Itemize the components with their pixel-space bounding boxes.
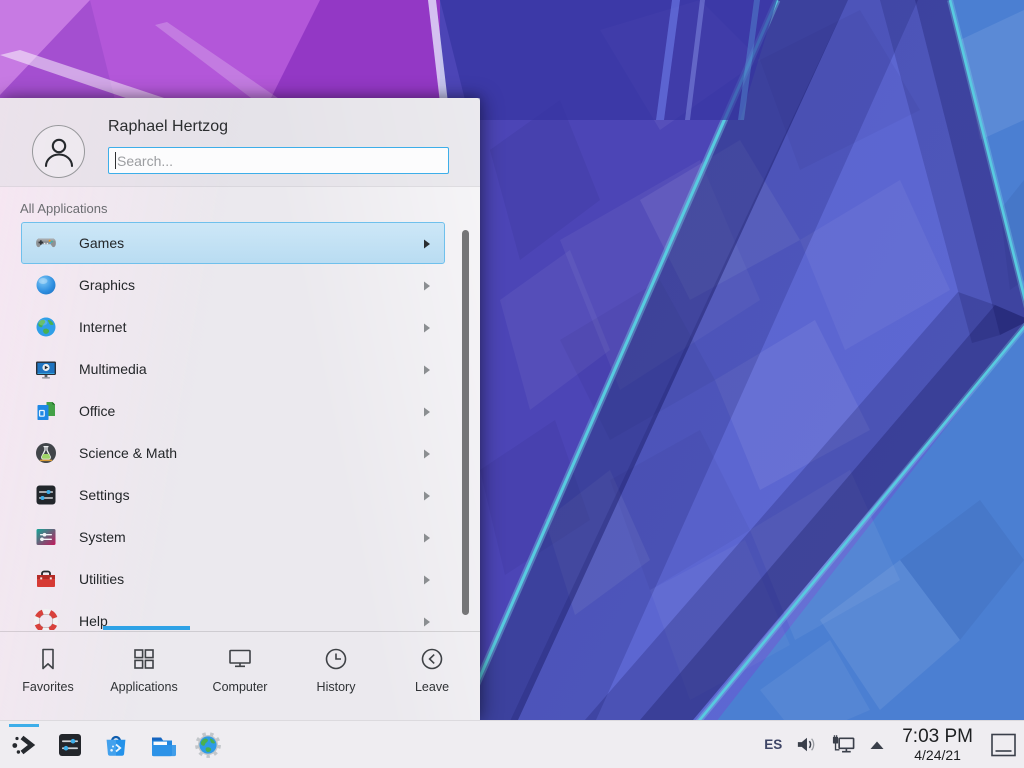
app-grid-icon	[130, 645, 158, 673]
system-sliders-icon	[34, 525, 58, 549]
file-manager-folder-icon	[148, 731, 176, 759]
category-games[interactable]: Games	[21, 222, 445, 264]
tab-label: Favorites	[22, 680, 73, 694]
keyboard-layout-indicator[interactable]: ES	[764, 737, 782, 752]
help-lifebuoy-icon	[34, 609, 58, 630]
submenu-arrow-icon	[423, 323, 431, 333]
category-label: Utilities	[79, 571, 124, 587]
clock-time: 7:03 PM	[902, 727, 973, 746]
tab-label: Computer	[213, 680, 268, 694]
submenu-arrow-icon	[423, 491, 431, 501]
clock-date: 4/24/21	[914, 748, 961, 762]
discover-bag-icon	[102, 731, 130, 759]
submenu-arrow-icon	[423, 617, 431, 627]
submenu-arrow-icon	[423, 449, 431, 459]
category-office[interactable]: Office	[21, 390, 445, 432]
application-launcher-button[interactable]	[9, 721, 39, 768]
discover-launcher[interactable]	[101, 721, 131, 768]
leave-icon	[418, 645, 446, 673]
launcher-tab-bar: Favorites Applications C	[0, 632, 480, 720]
category-label: Graphics	[79, 277, 135, 293]
tab-applications[interactable]: Applications	[96, 632, 192, 720]
submenu-arrow-icon	[423, 575, 431, 585]
graphics-sphere-icon	[34, 273, 58, 297]
submenu-arrow-icon	[423, 407, 431, 417]
system-tray: ES 7:03 PM 4/24/21	[764, 727, 1024, 762]
science-flask-icon	[34, 441, 58, 465]
tab-label: Leave	[415, 680, 449, 694]
tab-favorites[interactable]: Favorites	[0, 632, 96, 720]
network-icon[interactable]	[831, 733, 856, 757]
internet-globe-icon	[34, 315, 58, 339]
category-label: Office	[79, 403, 115, 419]
list-scrollbar[interactable]	[462, 230, 469, 615]
web-browser-globe-icon	[194, 731, 222, 759]
history-clock-icon	[322, 645, 350, 673]
category-label: Science & Math	[79, 445, 177, 461]
expand-arrow-icon[interactable]	[869, 739, 885, 751]
category-graphics[interactable]: Graphics	[21, 264, 445, 306]
user-name: Raphael Hertzog	[108, 118, 228, 136]
tab-label: History	[317, 680, 356, 694]
settings-sliders-icon	[34, 483, 58, 507]
search-input[interactable]	[108, 147, 449, 174]
computer-icon	[226, 645, 254, 673]
tab-history[interactable]: History	[288, 632, 384, 720]
system-settings-icon	[56, 731, 84, 759]
category-system[interactable]: System	[21, 516, 445, 558]
category-settings[interactable]: Settings	[21, 474, 445, 516]
application-launcher-menu: Raphael Hertzog All Applications	[0, 98, 480, 720]
category-label: Multimedia	[79, 361, 147, 377]
bookmark-icon	[34, 645, 62, 673]
gamepad-icon	[34, 231, 58, 255]
active-launcher-indicator	[9, 724, 39, 727]
category-multimedia[interactable]: Multimedia	[21, 348, 445, 390]
desktop: Raphael Hertzog All Applications	[0, 0, 1024, 768]
submenu-arrow-icon	[423, 281, 431, 291]
category-label: Internet	[79, 319, 126, 335]
digital-clock[interactable]: 7:03 PM 4/24/21	[902, 727, 973, 762]
taskbar-panel: ES 7:03 PM 4/24/21	[0, 720, 1024, 768]
user-icon	[39, 132, 79, 172]
submenu-arrow-icon	[423, 365, 431, 375]
web-browser-launcher[interactable]	[193, 721, 223, 768]
text-cursor	[115, 152, 116, 169]
volume-icon[interactable]	[795, 733, 818, 756]
kali-launcher-icon	[10, 731, 38, 759]
tab-label: Applications	[110, 680, 177, 694]
office-documents-icon	[34, 399, 58, 423]
system-settings-launcher[interactable]	[55, 721, 85, 768]
section-label: All Applications	[20, 201, 107, 216]
user-avatar[interactable]	[32, 125, 85, 178]
multimedia-monitor-icon	[34, 357, 58, 381]
active-tab-indicator	[103, 626, 190, 630]
category-help[interactable]: Help	[21, 600, 445, 630]
category-utilities[interactable]: Utilities	[21, 558, 445, 600]
tab-leave[interactable]: Leave	[384, 632, 480, 720]
show-desktop-button[interactable]	[990, 732, 1017, 758]
submenu-arrow-icon	[423, 533, 431, 543]
application-category-list: Games Graphics	[0, 222, 480, 630]
submenu-arrow-icon	[423, 239, 431, 249]
tab-computer[interactable]: Computer	[192, 632, 288, 720]
category-label: Settings	[79, 487, 130, 503]
category-label: Games	[79, 235, 124, 251]
utilities-toolbox-icon	[34, 567, 58, 591]
taskbar-launchers	[9, 721, 223, 768]
file-manager-launcher[interactable]	[147, 721, 177, 768]
category-science-math[interactable]: Science & Math	[21, 432, 445, 474]
category-internet[interactable]: Internet	[21, 306, 445, 348]
launcher-header: Raphael Hertzog	[0, 98, 480, 187]
search-field-wrap	[108, 147, 449, 174]
category-label: System	[79, 529, 126, 545]
